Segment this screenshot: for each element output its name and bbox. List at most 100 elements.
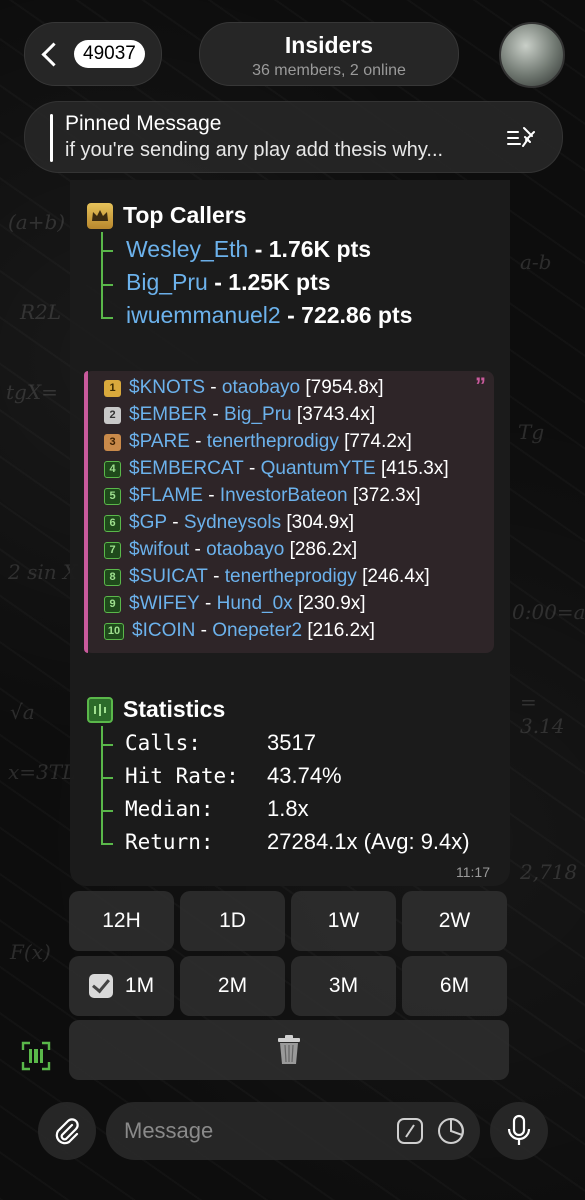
pinned-title: Pinned Message (65, 112, 222, 135)
multiplier: [286.2x] (289, 539, 358, 560)
tree-branch (101, 284, 113, 286)
bot-menu-icon[interactable] (20, 1040, 52, 1072)
caller-link[interactable]: Big_Pru (126, 269, 208, 295)
chevron-left-icon (41, 41, 66, 67)
pinned-text: if you're sending any play add thesis wh… (65, 139, 444, 161)
command-icon[interactable] (396, 1117, 424, 1145)
rank-number-badge: 4 (104, 460, 121, 478)
timer-icon[interactable] (436, 1116, 466, 1146)
rank-number-badge: 7 (104, 541, 121, 559)
stat-label: Median: (125, 797, 214, 821)
rank-number-badge: 8 (104, 568, 121, 586)
user-link[interactable]: Hund_0x (217, 593, 293, 615)
rank-row: 3 $PARE - tenertheprodigy [774.2x] (104, 431, 412, 453)
rank-number-badge: 1 (104, 379, 121, 397)
stat-label: Hit Rate: (125, 764, 239, 788)
checkbox-icon (88, 974, 113, 998)
avatar[interactable] (499, 22, 565, 88)
quote-bar (84, 371, 88, 653)
caller-link[interactable]: iwuemmanuel2 (126, 302, 281, 328)
tree-branch (101, 810, 113, 812)
pinned-indicator (50, 114, 53, 162)
tree-branch (101, 317, 113, 319)
multiplier: [246.4x] (362, 566, 430, 587)
multiplier: [304.9x] (286, 512, 354, 533)
attach-button[interactable] (38, 1102, 96, 1160)
token-link[interactable]: $SUICAT (129, 566, 208, 588)
chart-bars-icon (87, 696, 113, 723)
tree-branch (101, 843, 113, 845)
user-link[interactable]: Sydneysols (184, 512, 281, 534)
period-button-3m[interactable]: 3M (291, 956, 396, 1016)
voice-record-button[interactable] (490, 1102, 548, 1160)
multiplier: [3743.4x] (296, 404, 376, 425)
separator: - (202, 485, 220, 506)
rank-number-badge: 2 (104, 406, 121, 424)
user-link[interactable]: otaobayo (206, 539, 284, 561)
separator: - (189, 431, 207, 452)
token-link[interactable]: $PARE (129, 431, 190, 453)
period-button-1m[interactable]: 1M (69, 956, 174, 1016)
tree-branch (101, 250, 113, 252)
stat-row: Median: 1.8x (125, 796, 309, 822)
user-link[interactable]: otaobayo (222, 377, 300, 399)
period-button-1d[interactable]: 1D (180, 891, 285, 951)
message-input[interactable]: Message (106, 1102, 480, 1160)
token-link[interactable]: $EMBER (129, 404, 207, 426)
token-link[interactable]: $FLAME (129, 485, 203, 507)
token-link[interactable]: $EMBERCAT (129, 458, 244, 480)
user-link[interactable]: Onepeter2 (212, 620, 302, 642)
user-link[interactable]: InvestorBateon (220, 485, 348, 507)
rank-row: 4 $EMBERCAT - QuantumYTE [415.3x] (104, 458, 449, 480)
token-link[interactable]: $GP (129, 512, 167, 534)
token-link[interactable]: $wifout (129, 539, 189, 561)
stat-label: Calls: (125, 731, 201, 755)
quote-icon: ” (475, 373, 486, 398)
rank-number-badge: 3 (104, 433, 121, 451)
chat-header[interactable]: Insiders 36 members, 2 online (199, 22, 459, 86)
user-link[interactable]: tenertheprodigy (225, 566, 357, 588)
tree-line (101, 232, 103, 318)
period-button-1w[interactable]: 1W (291, 891, 396, 951)
period-button-2m[interactable]: 2M (180, 956, 285, 1016)
token-link[interactable]: $ICOIN (132, 620, 195, 642)
rank-row: 2 $EMBER - Big_Pru [3743.4x] (104, 404, 375, 426)
statistics-title: Statistics (123, 696, 226, 722)
separator: - (205, 377, 222, 398)
separator: - (199, 593, 217, 614)
statistics-heading: Statistics (87, 696, 225, 723)
rank-row: 5 $FLAME - InvestorBateon [372.3x] (104, 485, 421, 507)
period-button-6m[interactable]: 6M (402, 956, 507, 1016)
separator: - (207, 566, 225, 587)
stat-value: 1.8x (267, 796, 309, 821)
rank-row: 9 $WIFEY - Hund_0x [230.9x] (104, 593, 366, 615)
rank-row: 10 $ICOIN - Onepeter2 [216.2x] (104, 620, 375, 642)
delete-button[interactable] (69, 1020, 509, 1080)
chat-subtitle: 36 members, 2 online (252, 62, 406, 79)
user-link[interactable]: tenertheprodigy (207, 431, 339, 453)
top-callers-heading: Top Callers (87, 202, 247, 229)
period-button-2w[interactable]: 2W (402, 891, 507, 951)
back-button[interactable]: 49037 (24, 22, 162, 86)
stat-row: Return: 27284.1x (Avg: 9.4x) (125, 829, 470, 855)
user-link[interactable]: Big_Pru (224, 404, 292, 426)
multiplier: [372.3x] (352, 485, 421, 506)
period-button-12h[interactable]: 12H (69, 891, 174, 951)
token-link[interactable]: $KNOTS (129, 377, 205, 399)
token-link[interactable]: $WIFEY (129, 593, 200, 615)
pinned-message-bar[interactable]: Pinned Message if you're sending any pla… (24, 101, 563, 173)
pin-list-icon[interactable] (506, 124, 538, 152)
user-link[interactable]: QuantumYTE (261, 458, 376, 480)
stat-value: 43.74% (267, 763, 342, 788)
rank-row: 6 $GP - Sydneysols [304.9x] (104, 512, 354, 534)
rank-number-badge: 10 (104, 622, 124, 640)
separator: - (189, 539, 207, 560)
message-time: 11:17 (456, 864, 490, 880)
paperclip-icon (55, 1118, 79, 1145)
stat-value: 3517 (267, 730, 316, 755)
stat-value: 27284.1x (Avg: 9.4x) (267, 829, 470, 854)
caller-link[interactable]: Wesley_Eth (126, 236, 248, 262)
rank-row: 1 $KNOTS - otaobayo [7954.8x] (104, 377, 384, 399)
caller-points: 1.76K pts (268, 236, 372, 262)
caller-points: 722.86 pts (301, 302, 413, 328)
